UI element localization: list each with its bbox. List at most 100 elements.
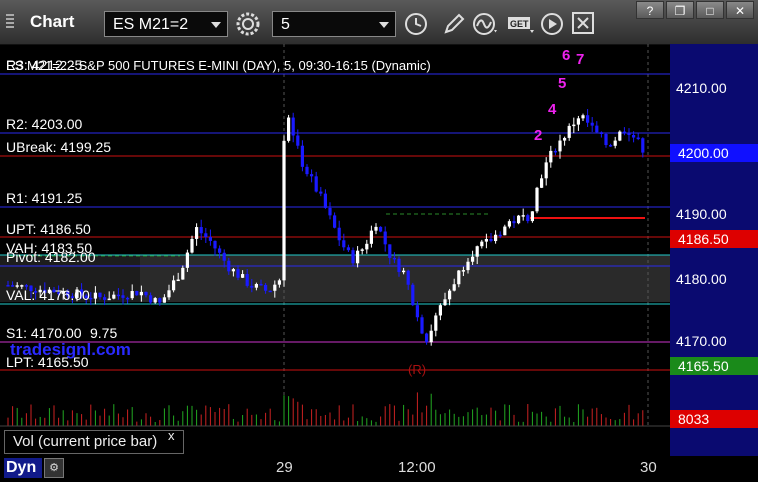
chevron-down-icon: [211, 22, 221, 28]
candle-body: [507, 221, 511, 227]
candle-body: [549, 150, 553, 163]
candle-body: [144, 291, 148, 296]
candle-body: [379, 226, 383, 232]
seq-marker: 7: [576, 51, 584, 68]
close-window-button[interactable]: ✕: [726, 1, 754, 19]
price-chart[interactable]: R3: 4212.25 R2: 4203.00 UBreak: 4199.25 …: [0, 44, 758, 460]
candle-body: [466, 261, 470, 271]
svg-text:GET: GET: [510, 19, 529, 29]
candle-body: [259, 283, 263, 286]
dynamic-mode-button[interactable]: Dyn: [4, 458, 42, 478]
candle-body: [342, 240, 346, 248]
candle-body: [544, 162, 548, 179]
chevron-down-icon: [379, 22, 389, 28]
price-tick: 4190.00: [676, 206, 727, 222]
candle-body: [434, 315, 438, 331]
lpt-price-value: 4165.50: [678, 358, 729, 374]
candle-body: [93, 292, 97, 299]
candle-body: [126, 297, 130, 300]
candle-body: [512, 221, 516, 224]
candle-body: [153, 298, 157, 303]
candle-body: [208, 237, 212, 241]
close-chart-button[interactable]: [570, 10, 598, 38]
candle-body: [530, 211, 534, 222]
candle-body: [323, 193, 327, 208]
settings-small-icon[interactable]: ⚙: [44, 458, 64, 478]
candle-body: [526, 215, 530, 222]
candle-body: [461, 270, 465, 272]
candle-body: [310, 174, 314, 177]
candle-body: [457, 270, 461, 285]
candle-body: [227, 260, 231, 272]
candle-body: [218, 248, 222, 253]
interval-select[interactable]: 5: [272, 11, 396, 37]
candle-body: [563, 137, 567, 141]
candle-body: [268, 290, 272, 293]
level-label-s1: S1: 4170.00: [6, 325, 82, 341]
candle-body: [443, 299, 447, 306]
title-bar: Chart ES M21=2 5 GET ? ❐ □ ✕: [0, 0, 758, 45]
time-label: 30: [640, 459, 657, 476]
price-tick: 4180.00: [676, 271, 727, 287]
candle-body: [300, 145, 304, 167]
candle-body: [581, 115, 585, 119]
candle-body: [475, 246, 479, 257]
candle-body: [415, 305, 419, 318]
candle-body: [503, 226, 507, 236]
candle-body: [498, 234, 502, 237]
clock-icon: [405, 13, 427, 35]
price-tick: 4210.00: [676, 80, 727, 96]
price-tick: 4170.00: [676, 333, 727, 349]
candle-body: [595, 125, 599, 133]
instrument-value: ES M21=2: [113, 16, 189, 33]
time-label: 29: [276, 459, 293, 476]
draw-pencil-button[interactable]: [440, 10, 468, 38]
candle-body: [222, 252, 226, 261]
get-data-button[interactable]: GET: [506, 10, 534, 38]
candle-body: [190, 238, 194, 253]
instrument-select[interactable]: ES M21=2: [104, 11, 228, 37]
candle-body: [627, 132, 631, 136]
candle-body: [429, 330, 433, 343]
help-button[interactable]: ?: [636, 1, 664, 19]
candle-body: [176, 279, 180, 282]
candle-body: [613, 140, 617, 146]
candle-body: [245, 274, 249, 286]
candle-body: [411, 284, 415, 306]
candle-body: [360, 249, 364, 251]
candle-body: [204, 233, 208, 238]
candle-body: [590, 122, 594, 126]
drag-grip-icon[interactable]: [6, 12, 14, 32]
candle-body: [333, 215, 337, 228]
indicators-button[interactable]: [472, 10, 500, 38]
time-label: 12:00: [398, 459, 436, 476]
candle-body: [241, 274, 245, 278]
candle-body: [356, 250, 360, 264]
candle-body: [383, 231, 387, 245]
last-price-value: 4200.00: [678, 145, 729, 161]
candle-body: [98, 292, 102, 298]
candle-body: [130, 291, 134, 299]
level-label-val: VAL: 4176.00: [6, 287, 90, 303]
candle-body: [586, 115, 590, 123]
candle-body: [494, 234, 498, 242]
candle-body: [346, 247, 350, 251]
seq-marker: 2: [534, 127, 542, 144]
candle-body: [305, 166, 309, 175]
clock-button[interactable]: [402, 10, 430, 38]
settings-gear-button[interactable]: [234, 10, 262, 38]
candle-body: [521, 215, 525, 217]
play-button[interactable]: [538, 10, 566, 38]
candle-body: [388, 244, 392, 258]
volume-panel-close-button[interactable]: x: [168, 428, 175, 443]
candle-body: [535, 187, 539, 212]
candle-body: [392, 257, 396, 260]
candle-body: [112, 294, 116, 299]
candle-body: [484, 238, 488, 242]
level-label-r2: R2: 4203.00: [6, 116, 82, 132]
seq-marker: 4: [548, 101, 557, 118]
indicator-wave-icon: [473, 13, 497, 35]
get-icon: GET: [508, 17, 534, 33]
restore-button[interactable]: ❐: [666, 1, 694, 19]
maximize-button[interactable]: □: [696, 1, 724, 19]
